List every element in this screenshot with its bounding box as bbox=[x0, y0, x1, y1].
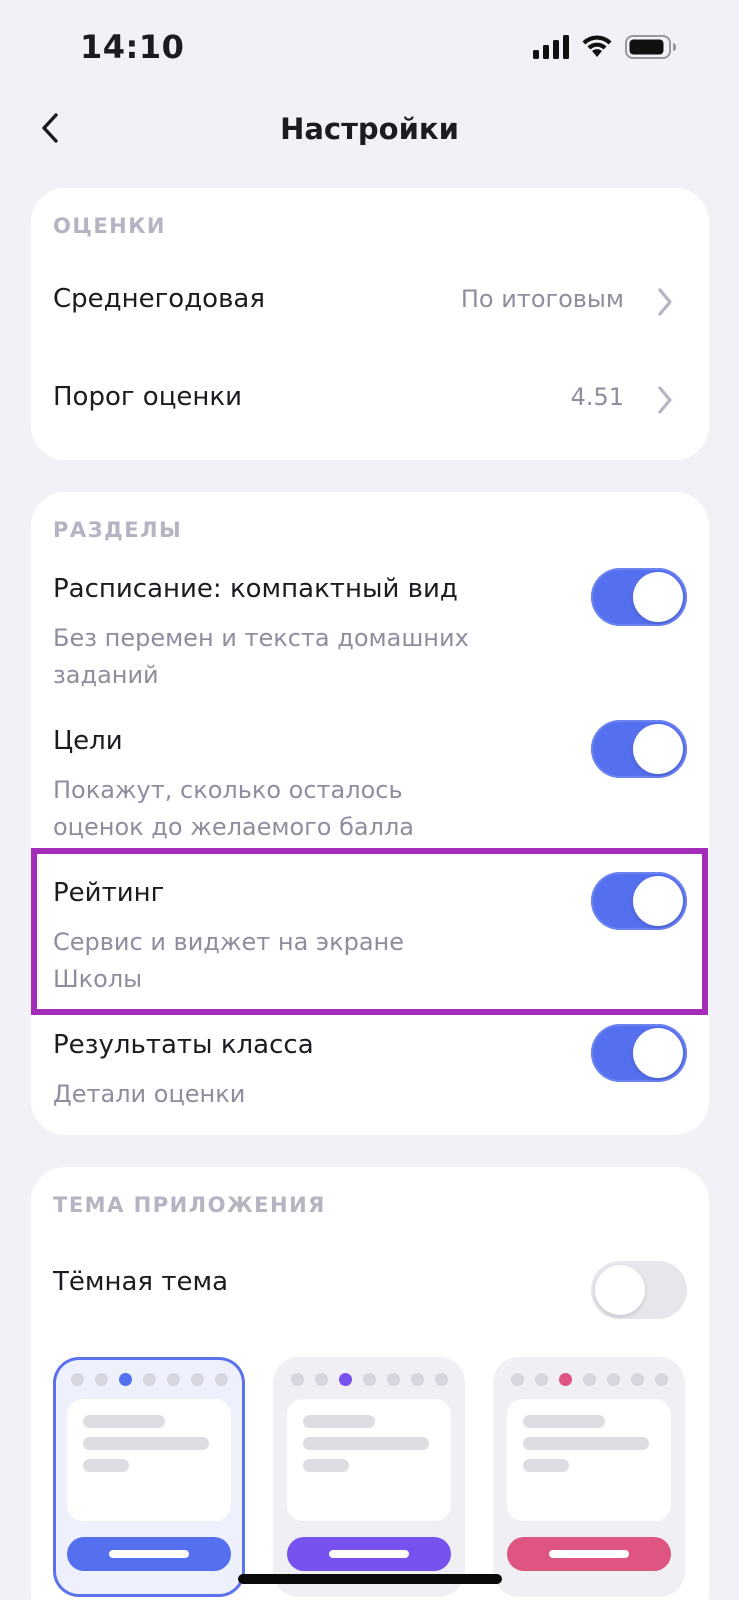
signal-icon bbox=[533, 35, 569, 59]
sections-section-title: РАЗДЕЛЫ bbox=[53, 518, 183, 542]
goals-label: Цели bbox=[53, 726, 123, 756]
theme-preview-button bbox=[287, 1537, 451, 1571]
status-bar: 14:10 bbox=[0, 0, 739, 96]
dark-theme-label: Тёмная тема bbox=[53, 1267, 229, 1297]
theme-preview bbox=[67, 1399, 231, 1521]
theme-option-pink[interactable] bbox=[493, 1357, 685, 1597]
battery-icon bbox=[625, 35, 676, 59]
yearly-average-row[interactable]: Среднегодовая По итоговым bbox=[31, 264, 709, 340]
theme-preview-button bbox=[507, 1537, 671, 1571]
goals-row: Цели Покажут, сколько осталось оценок до… bbox=[31, 720, 709, 846]
class-results-description: Детали оценки bbox=[53, 1080, 246, 1108]
class-results-toggle[interactable] bbox=[591, 1024, 687, 1082]
goals-toggle[interactable] bbox=[591, 720, 687, 778]
goals-description: Покажут, сколько осталось оценок до жела… bbox=[53, 776, 414, 841]
nav-bar: Настройки bbox=[0, 96, 739, 168]
theme-dots bbox=[291, 1373, 448, 1386]
sections-card: РАЗДЕЛЫ Расписание: компактный вид Без п… bbox=[31, 492, 709, 1135]
rating-toggle[interactable] bbox=[591, 872, 687, 930]
toggle-knob bbox=[633, 572, 683, 622]
chevron-right-icon bbox=[658, 386, 672, 414]
grade-threshold-label: Порог оценки bbox=[53, 382, 242, 412]
theme-option-purple[interactable] bbox=[273, 1357, 465, 1597]
status-time: 14:10 bbox=[80, 28, 185, 66]
theme-preview bbox=[287, 1399, 451, 1521]
theme-section-title: ТЕМА ПРИЛОЖЕНИЯ bbox=[53, 1193, 326, 1217]
theme-card: ТЕМА ПРИЛОЖЕНИЯ Тёмная тема bbox=[31, 1167, 709, 1600]
compact-schedule-label: Расписание: компактный вид bbox=[53, 574, 458, 604]
theme-dots bbox=[511, 1373, 668, 1386]
grades-section-title: ОЦЕНКИ bbox=[53, 214, 166, 238]
toggle-knob bbox=[595, 1265, 645, 1315]
yearly-average-value: По итоговым bbox=[460, 285, 624, 313]
compact-schedule-description: Без перемен и текста домашних заданий bbox=[53, 624, 469, 689]
status-icons bbox=[533, 35, 677, 59]
yearly-average-label: Среднегодовая bbox=[53, 284, 265, 314]
toggle-knob bbox=[633, 724, 683, 774]
grade-threshold-row[interactable]: Порог оценки 4.51 bbox=[31, 362, 709, 438]
rating-label: Рейтинг bbox=[53, 878, 165, 908]
theme-dots bbox=[71, 1373, 228, 1386]
grades-card: ОЦЕНКИ Среднегодовая По итоговым Порог о… bbox=[31, 188, 709, 460]
grade-threshold-value: 4.51 bbox=[570, 383, 624, 411]
toggle-knob bbox=[633, 876, 683, 926]
theme-option-blue[interactable] bbox=[53, 1357, 245, 1597]
class-results-row: Результаты класса Детали оценки bbox=[31, 1024, 709, 1114]
wifi-icon bbox=[582, 35, 612, 57]
compact-schedule-row: Расписание: компактный вид Без перемен и… bbox=[31, 568, 709, 694]
theme-preview-button bbox=[67, 1537, 231, 1571]
dark-theme-toggle[interactable] bbox=[591, 1261, 687, 1319]
rating-row: Рейтинг Сервис и виджет на экране Школы bbox=[31, 872, 709, 998]
home-indicator bbox=[238, 1574, 502, 1584]
page-title: Настройки bbox=[280, 112, 459, 146]
toggle-knob bbox=[633, 1028, 683, 1078]
theme-preview bbox=[507, 1399, 671, 1521]
compact-schedule-toggle[interactable] bbox=[591, 568, 687, 626]
dark-theme-row: Тёмная тема bbox=[31, 1261, 709, 1327]
chevron-right-icon bbox=[658, 288, 672, 316]
class-results-label: Результаты класса bbox=[53, 1030, 314, 1060]
rating-description: Сервис и виджет на экране Школы bbox=[53, 928, 404, 993]
